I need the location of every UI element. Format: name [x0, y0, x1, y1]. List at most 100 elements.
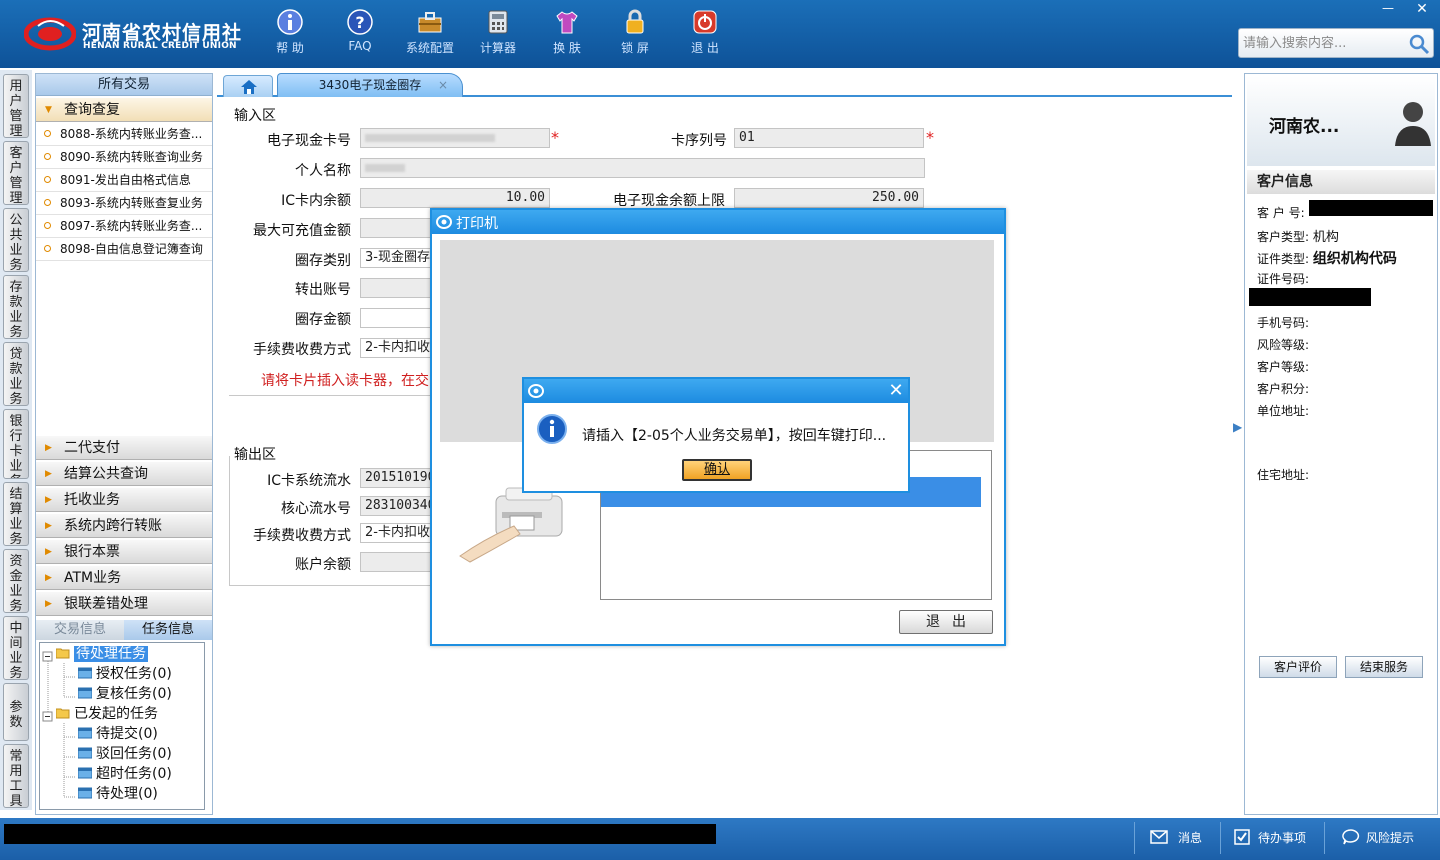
calculator-button[interactable]: 计算器: [468, 8, 528, 62]
group-bank-draft[interactable]: ▶ 银行本票: [36, 540, 212, 564]
transaction-item-8098[interactable]: 8098-自由信息登记簿查询: [36, 238, 212, 261]
message-text: 请插入【2-05个人业务交易单】，按回车键打印...: [582, 428, 887, 444]
id-type-row: 证件类型: 组织机构代码: [1257, 251, 1397, 267]
search-input[interactable]: [1243, 34, 1403, 52]
id-no-label: 证件号码:: [1257, 272, 1310, 286]
change-skin-button[interactable]: 换 肤: [537, 8, 597, 62]
out-account-label: 转出账号: [295, 282, 351, 298]
search-icon[interactable]: [1407, 32, 1431, 56]
transaction-item-8091[interactable]: 8091-发出自由格式信息: [36, 169, 212, 192]
logout-button[interactable]: 退 出: [675, 8, 735, 62]
card-insert-hint: 请将卡片插入读卡器，在交: [261, 373, 429, 389]
faq-label: FAQ: [348, 39, 372, 53]
risk-alert-button[interactable]: 风险提示: [1342, 828, 1414, 848]
home-address-label: 住宅地址:: [1257, 468, 1310, 482]
vtab-deposit-business[interactable]: 存款业务: [3, 275, 29, 339]
max-recharge-input[interactable]: [360, 218, 435, 238]
group-settlement-query[interactable]: ▶ 结算公共查询: [36, 462, 212, 486]
message-dialog-close-icon[interactable]: ✕: [886, 381, 906, 401]
help-label: 帮 助: [276, 41, 304, 55]
group-unionpay-error[interactable]: ▶ 银联差错处理: [36, 592, 212, 616]
task-list-icon: [78, 747, 92, 759]
transaction-item-8088[interactable]: 8088-系统内转账业务查...: [36, 123, 212, 146]
printer-exit-button[interactable]: 退出: [899, 610, 993, 634]
all-transactions-header: 所有交易: [36, 74, 212, 96]
company-logo: 河南省农村信用社 HENAN RURAL CREDIT UNION: [24, 12, 244, 56]
vtab-public-business[interactable]: 公共业务: [3, 208, 29, 272]
customer-short-name: 河南农...: [1269, 117, 1340, 137]
help-button[interactable]: 帮 助: [260, 8, 320, 62]
vtab-parameters[interactable]: 参数: [3, 683, 29, 741]
vtab-bank-card-business[interactable]: 银行卡业务: [3, 409, 29, 479]
home-icon: [241, 80, 257, 94]
tab-transaction-info[interactable]: 交易信息: [36, 620, 124, 640]
collapse-right-panel-icon[interactable]: ▶: [1233, 420, 1242, 460]
name-input[interactable]: [360, 158, 925, 178]
tab-close-icon[interactable]: ×: [438, 74, 448, 96]
folder-open-icon: [56, 708, 70, 719]
fee-method-label: 手续费收费方式: [253, 342, 351, 358]
lock-screen-button[interactable]: 锁 屏: [605, 8, 665, 62]
status-bar: 消息 待办事项 风险提示: [0, 818, 1440, 860]
card-seq-input[interactable]: 01: [734, 128, 924, 148]
tree-node-to-process[interactable]: 待处理(0): [78, 785, 158, 803]
window-minimize-button[interactable]: —: [1376, 0, 1400, 18]
group-query-reply[interactable]: ▼ 查询查复: [36, 98, 212, 122]
tree-node-pending[interactable]: 待处理任务: [56, 645, 148, 663]
collapsed-arrow-icon: ▶: [45, 495, 52, 505]
vtab-intermediate-business[interactable]: 中间业务: [3, 616, 29, 680]
confirm-button[interactable]: 确认: [682, 459, 752, 481]
vtab-settlement-business[interactable]: 结算业务: [3, 482, 29, 546]
out-account-input[interactable]: [360, 278, 435, 298]
group-interbank-transfer[interactable]: ▶ 系统内跨行转账: [36, 514, 212, 538]
tree-node-authorize[interactable]: 授权任务(0): [78, 665, 172, 683]
tab-task-info[interactable]: 任务信息: [124, 620, 212, 640]
todo-button[interactable]: 待办事项: [1234, 828, 1306, 848]
tab-3430-ecash-load[interactable]: 3430电子现金圈存 ×: [277, 73, 463, 97]
printer-dialog-titlebar[interactable]: 打印机: [432, 210, 1004, 234]
vtab-fund-business[interactable]: 资金业务: [3, 549, 29, 613]
card-no-input[interactable]: [360, 128, 550, 148]
vtab-common-tools[interactable]: 常用工具: [3, 744, 29, 808]
customer-type-value: 机构: [1312, 230, 1339, 245]
tree-node-initiated[interactable]: 已发起的任务: [56, 705, 158, 723]
transaction-item-8093[interactable]: 8093-系统内转账查复业务: [36, 192, 212, 215]
collapsed-arrow-icon: ▶: [45, 573, 52, 583]
avatar-icon: [1395, 102, 1431, 146]
load-type-select[interactable]: 3-现金圈存: [360, 248, 435, 268]
load-type-label: 圈存类别: [295, 253, 351, 269]
load-amount-input[interactable]: [360, 308, 435, 328]
transaction-item-8090[interactable]: 8090-系统内转账查询业务: [36, 146, 212, 169]
window-close-button[interactable]: ✕: [1410, 0, 1434, 18]
tree-node-timeout[interactable]: 超时任务(0): [78, 765, 172, 783]
bullet-icon: [44, 130, 51, 137]
transaction-item-8097[interactable]: 8097-系统内转账业务查...: [36, 215, 212, 238]
group-label: 查询查复: [64, 102, 120, 118]
group-collection[interactable]: ▶ 托收业务: [36, 488, 212, 512]
top-header-bar: 河南省农村信用社 HENAN RURAL CREDIT UNION 帮 助 ? …: [0, 0, 1440, 68]
status-separator: [1220, 822, 1221, 854]
fee-method-select[interactable]: 2-卡内扣收: [360, 338, 435, 358]
tree-node-to-submit[interactable]: 待提交(0): [78, 725, 158, 743]
customer-card: 河南农...: [1247, 76, 1435, 166]
vtab-loan-business[interactable]: 贷款业务: [3, 342, 29, 406]
faq-button[interactable]: ? FAQ: [330, 8, 390, 62]
tree-node-review[interactable]: 复核任务(0): [78, 685, 172, 703]
logout-label: 退 出: [691, 41, 719, 55]
end-service-button[interactable]: 结束服务: [1345, 656, 1423, 678]
vtab-user-management[interactable]: 用户管理: [3, 74, 29, 138]
home-tab[interactable]: [223, 75, 273, 97]
message-dialog-titlebar[interactable]: ✕: [524, 379, 908, 403]
system-config-button[interactable]: 系统配置: [400, 8, 460, 62]
tree-node-rejected[interactable]: 驳回任务(0): [78, 745, 172, 763]
customer-evaluate-button[interactable]: 客户评价: [1259, 656, 1337, 678]
svg-text:?: ?: [355, 13, 364, 32]
messages-button[interactable]: 消息: [1150, 828, 1202, 848]
ic-balance-input[interactable]: 10.00: [360, 188, 550, 208]
required-mark: *: [551, 128, 559, 147]
vtab-customer-management[interactable]: 客户管理: [3, 141, 29, 205]
cash-limit-input[interactable]: 250.00: [734, 188, 924, 208]
group-second-gen-payment[interactable]: ▶ 二代支付: [36, 436, 212, 460]
risk-level-label: 风险等级:: [1257, 338, 1310, 352]
group-atm[interactable]: ▶ ATM业务: [36, 566, 212, 590]
